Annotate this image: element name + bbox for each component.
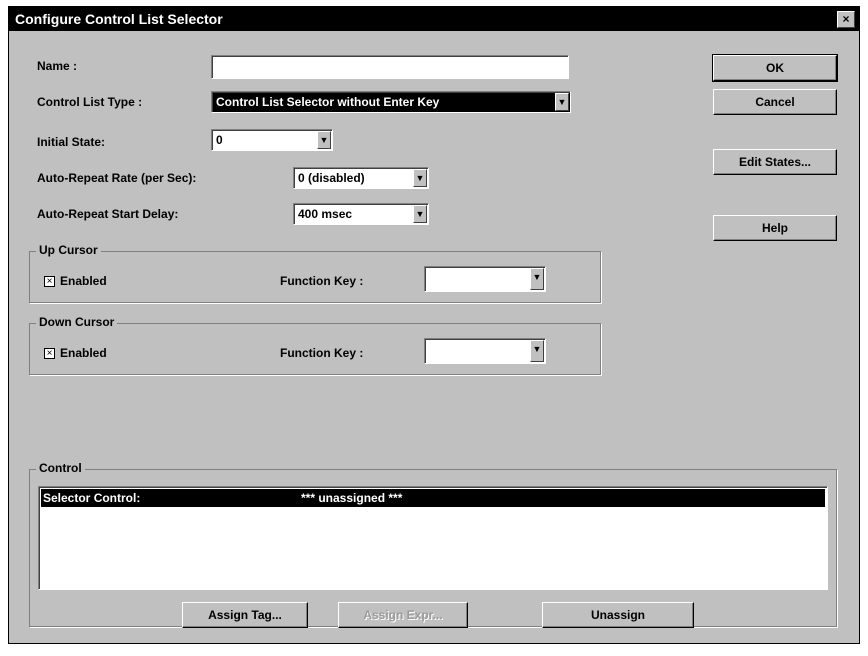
dialog-window: Configure Control List Selector × Name :… [8, 6, 860, 644]
repeat-delay-label: Auto-Repeat Start Delay: [37, 207, 179, 221]
chevron-down-icon[interactable]: ▼ [413, 169, 427, 187]
assign-expr-button-label: Assign Expr... [363, 608, 443, 622]
down-cursor-enabled-checkbox[interactable]: × [44, 348, 55, 359]
control-list-type-value: Control List Selector without Enter Key [216, 95, 440, 109]
name-label: Name : [37, 59, 78, 73]
cancel-button[interactable]: Cancel [713, 89, 837, 115]
title-bar[interactable]: Configure Control List Selector × [9, 7, 859, 31]
list-item-value: *** unassigned *** [301, 491, 403, 505]
list-item[interactable]: Selector Control: *** unassigned *** [41, 489, 825, 507]
unassign-button-label: Unassign [590, 608, 645, 622]
help-button-label: Help [761, 221, 788, 235]
down-cursor-function-key-select[interactable]: ▼ [424, 338, 546, 364]
up-cursor-function-key-label: Function Key : [280, 274, 364, 288]
unassign-button[interactable]: Unassign [542, 602, 694, 628]
down-cursor-function-key-label: Function Key : [280, 346, 364, 360]
control-list-type-select[interactable]: Control List Selector without Enter Key … [211, 91, 571, 113]
chevron-down-icon[interactable]: ▼ [555, 93, 569, 111]
edit-states-button-label: Edit States... [738, 155, 812, 169]
initial-state-value: 0 [216, 133, 223, 147]
repeat-delay-value: 400 msec [298, 207, 353, 221]
down-cursor-group: Down Cursor × Enabled Function Key : ▼ [29, 315, 601, 375]
repeat-rate-select[interactable]: 0 (disabled) ▼ [293, 167, 429, 189]
chevron-down-icon[interactable]: ▼ [317, 131, 331, 149]
up-cursor-function-key-select[interactable]: ▼ [424, 266, 546, 292]
help-button[interactable]: Help [713, 215, 837, 241]
chevron-down-icon[interactable]: ▼ [530, 268, 544, 290]
down-cursor-legend: Down Cursor [36, 315, 118, 329]
assign-tag-button[interactable]: Assign Tag... [182, 602, 308, 628]
cancel-button-label: Cancel [755, 95, 795, 109]
up-cursor-group: Up Cursor × Enabled Function Key : ▼ [29, 243, 601, 303]
initial-state-label: Initial State: [37, 135, 106, 149]
initial-state-select[interactable]: 0 ▼ [211, 129, 333, 151]
control-list[interactable]: Selector Control: *** unassigned *** [38, 486, 828, 590]
assign-tag-button-label: Assign Tag... [208, 608, 282, 622]
control-list-type-label: Control List Type : [37, 95, 143, 109]
ok-button[interactable]: OK [712, 54, 838, 82]
repeat-rate-value: 0 (disabled) [298, 171, 365, 185]
name-input[interactable] [211, 55, 569, 79]
close-icon[interactable]: × [837, 11, 855, 28]
control-legend: Control [36, 461, 85, 475]
list-item-name: Selector Control: [43, 491, 141, 505]
control-group: Control Selector Control: *** unassigned… [29, 461, 837, 628]
repeat-delay-select[interactable]: 400 msec ▼ [293, 203, 429, 225]
up-cursor-enabled-label: Enabled [60, 274, 107, 288]
up-cursor-enabled-checkbox[interactable]: × [44, 276, 55, 287]
chevron-down-icon[interactable]: ▼ [413, 205, 427, 223]
window-title: Configure Control List Selector [15, 11, 223, 27]
assign-expr-button: Assign Expr... [338, 602, 468, 628]
ok-button-label: OK [766, 61, 784, 75]
down-cursor-enabled-label: Enabled [60, 346, 107, 360]
edit-states-button[interactable]: Edit States... [713, 149, 837, 175]
chevron-down-icon[interactable]: ▼ [530, 340, 544, 362]
repeat-rate-label: Auto-Repeat Rate (per Sec): [37, 171, 197, 185]
up-cursor-legend: Up Cursor [36, 243, 101, 257]
